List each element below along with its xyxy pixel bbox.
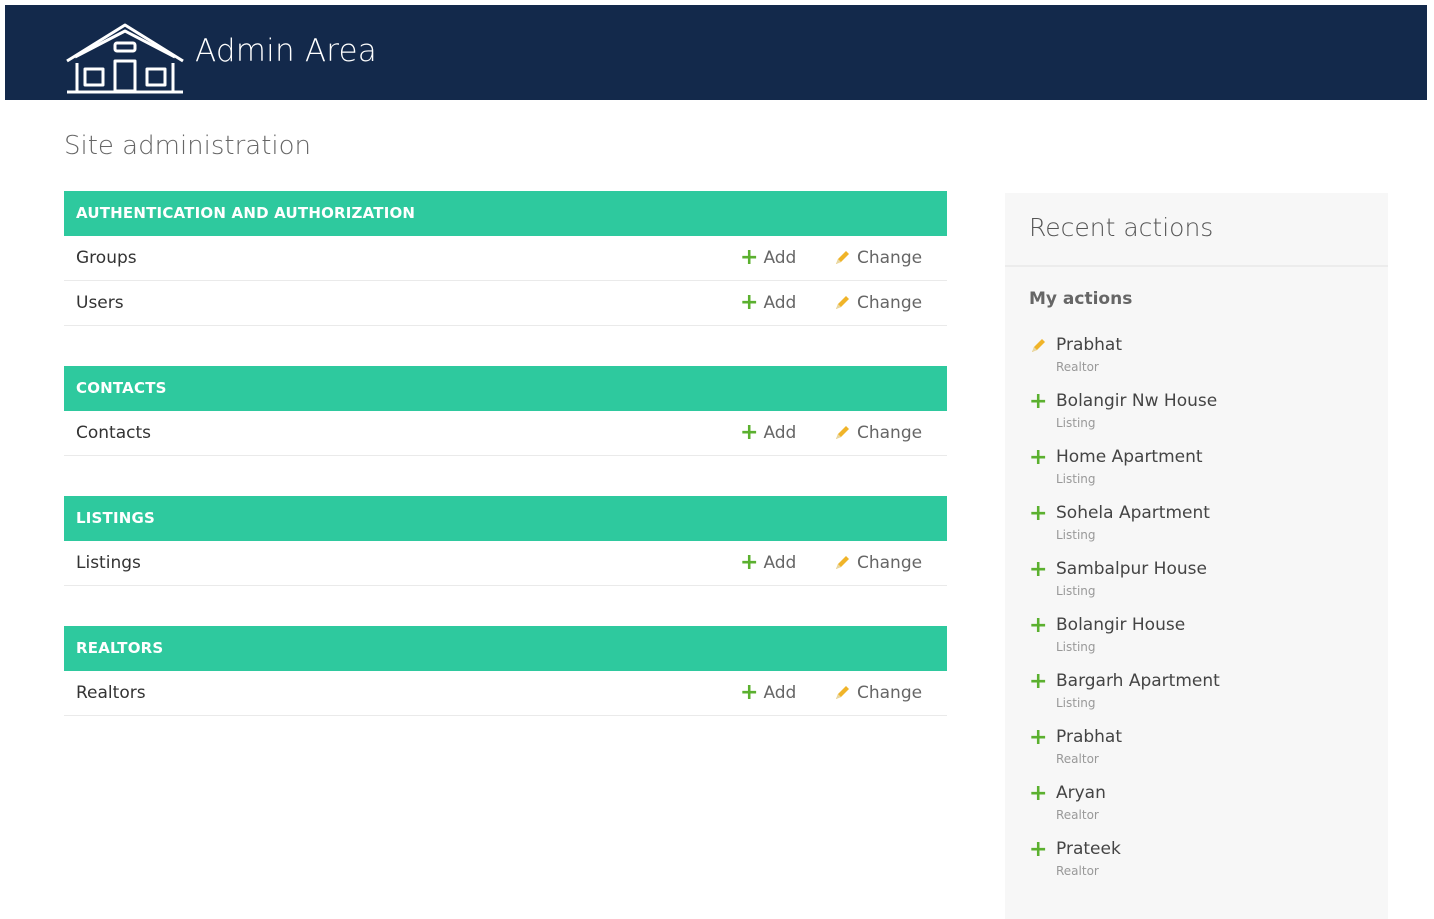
plus-icon: + <box>1029 837 1048 862</box>
add-listings-button[interactable]: + Add <box>740 541 796 585</box>
add-groups-button[interactable]: + Add <box>740 236 796 280</box>
recent-action-link[interactable]: Sambalpur House <box>1056 559 1207 579</box>
model-row-users: Users + Add Change <box>64 281 947 326</box>
recent-action-type: Listing <box>1056 416 1096 430</box>
plus-icon: + <box>740 680 759 705</box>
divider <box>1005 265 1388 267</box>
recent-action-type: Realtor <box>1056 864 1099 878</box>
add-contacts-button[interactable]: + Add <box>740 411 796 455</box>
change-listings-button[interactable]: Change <box>833 541 922 585</box>
recent-action-type: Realtor <box>1056 360 1099 374</box>
plus-icon: + <box>740 290 759 315</box>
app-modules: AUTHENTICATION AND AUTHORIZATION Groups … <box>64 191 947 756</box>
recent-action-item: + Bolangir House Listing <box>1029 613 1379 669</box>
recent-action-type: Listing <box>1056 528 1096 542</box>
plus-icon: + <box>1029 389 1048 414</box>
pencil-icon <box>836 251 849 264</box>
module-header-contacts[interactable]: CONTACTS <box>64 366 947 411</box>
recent-action-item: + Prabhat Realtor <box>1029 725 1379 781</box>
model-row-groups: Groups + Add Change <box>64 236 947 281</box>
recent-action-link[interactable]: Bolangir Nw House <box>1056 391 1217 411</box>
change-label: Change <box>857 423 923 443</box>
add-users-button[interactable]: + Add <box>740 281 796 325</box>
recent-action-item: + Home Apartment Listing <box>1029 445 1379 501</box>
recent-action-item: Prabhat Realtor <box>1029 333 1379 389</box>
module-listings: LISTINGS Listings + Add Change <box>64 496 947 586</box>
recent-action-link[interactable]: Sohela Apartment <box>1056 503 1210 523</box>
add-label: Add <box>763 553 797 573</box>
recent-actions-title: Recent actions <box>1029 213 1214 242</box>
module-header-listings[interactable]: LISTINGS <box>64 496 947 541</box>
recent-action-link[interactable]: Aryan <box>1056 783 1106 803</box>
module-auth: AUTHENTICATION AND AUTHORIZATION Groups … <box>64 191 947 326</box>
top-header: Admin Area <box>5 5 1427 100</box>
change-users-button[interactable]: Change <box>833 281 922 325</box>
recent-action-type: Listing <box>1056 640 1096 654</box>
plus-icon: + <box>740 550 759 575</box>
plus-icon: + <box>1029 669 1048 694</box>
change-realtors-button[interactable]: Change <box>833 671 922 715</box>
recent-action-item: + Aryan Realtor <box>1029 781 1379 837</box>
plus-icon: + <box>740 245 759 270</box>
plus-icon: + <box>1029 781 1048 806</box>
module-realtors: REALTORS Realtors + Add Change <box>64 626 947 716</box>
model-row-listings: Listings + Add Change <box>64 541 947 586</box>
change-label: Change <box>857 248 923 268</box>
model-row-realtors: Realtors + Add Change <box>64 671 947 716</box>
model-link-realtors[interactable]: Realtors <box>76 671 146 715</box>
recent-action-item: + Bolangir Nw House Listing <box>1029 389 1379 445</box>
brand-title[interactable]: Admin Area <box>195 33 377 69</box>
module-header-realtors[interactable]: REALTORS <box>64 626 947 671</box>
page-title: Site administration <box>64 131 312 161</box>
recent-action-type: Listing <box>1056 584 1096 598</box>
plus-icon: + <box>740 420 759 445</box>
pencil-icon <box>836 296 849 309</box>
pencil-icon <box>836 426 849 439</box>
change-groups-button[interactable]: Change <box>833 236 922 280</box>
model-link-contacts[interactable]: Contacts <box>76 411 151 455</box>
add-label: Add <box>763 293 797 313</box>
plus-icon: + <box>1029 557 1048 582</box>
recent-action-link[interactable]: Prabhat <box>1056 335 1122 355</box>
model-link-groups[interactable]: Groups <box>76 236 137 280</box>
change-contacts-button[interactable]: Change <box>833 411 922 455</box>
model-link-listings[interactable]: Listings <box>76 541 141 585</box>
recent-action-type: Listing <box>1056 696 1096 710</box>
change-label: Change <box>857 683 923 703</box>
pencil-icon <box>836 556 849 569</box>
add-label: Add <box>763 683 797 703</box>
pencil-icon <box>836 686 849 699</box>
plus-icon: + <box>1029 613 1048 638</box>
recent-action-link[interactable]: Home Apartment <box>1056 447 1203 467</box>
recent-action-type: Realtor <box>1056 752 1099 766</box>
module-header-auth[interactable]: AUTHENTICATION AND AUTHORIZATION <box>64 191 947 236</box>
add-label: Add <box>763 248 797 268</box>
plus-icon: + <box>1029 725 1048 750</box>
plus-icon: + <box>1029 501 1048 526</box>
recent-action-item: + Bargarh Apartment Listing <box>1029 669 1379 725</box>
recent-action-item: + Prateek Realtor <box>1029 837 1379 893</box>
add-label: Add <box>763 423 797 443</box>
my-actions-heading: My actions <box>1029 289 1133 309</box>
recent-action-link[interactable]: Prateek <box>1056 839 1121 859</box>
change-label: Change <box>857 293 923 313</box>
recent-action-item: + Sambalpur House Listing <box>1029 557 1379 613</box>
recent-action-type: Realtor <box>1056 808 1099 822</box>
recent-actions-list: Prabhat Realtor + Bolangir Nw House Listing +… <box>1029 333 1379 893</box>
add-realtors-button[interactable]: + Add <box>740 671 796 715</box>
plus-icon: + <box>1029 445 1048 470</box>
model-link-users[interactable]: Users <box>76 281 124 325</box>
pencil-icon <box>1029 335 1051 359</box>
house-logo-icon[interactable] <box>63 17 187 95</box>
recent-actions-panel: Recent actions My actions Prabhat Realtor… <box>1005 193 1388 919</box>
model-row-contacts: Contacts + Add Change <box>64 411 947 456</box>
recent-action-link[interactable]: Prabhat <box>1056 727 1122 747</box>
change-label: Change <box>857 553 923 573</box>
recent-action-type: Listing <box>1056 472 1096 486</box>
module-contacts: CONTACTS Contacts + Add Change <box>64 366 947 456</box>
recent-action-link[interactable]: Bolangir House <box>1056 615 1185 635</box>
recent-action-item: + Sohela Apartment Listing <box>1029 501 1379 557</box>
recent-action-link[interactable]: Bargarh Apartment <box>1056 671 1220 691</box>
